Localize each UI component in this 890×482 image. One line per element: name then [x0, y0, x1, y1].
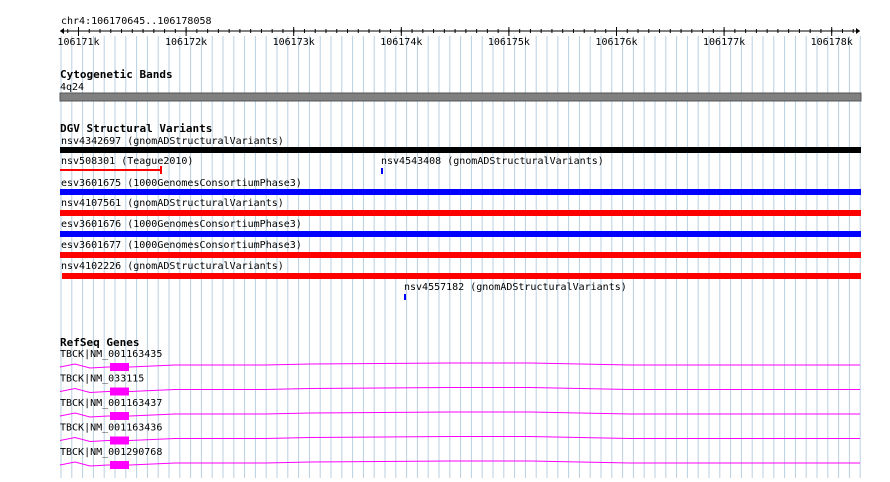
dgv-feature-label: nsv4557182 (gnomADStructuralVariants)	[404, 282, 627, 293]
genome-track-canvas[interactable]: chr4:106170645..106178058 106171k 106172k…	[0, 0, 890, 478]
ruler: chr4:106170645..106178058 106171k 106172k…	[57, 16, 860, 48]
ruler-tick-label: 106174k	[380, 37, 422, 48]
dgv-feature-bar[interactable]	[60, 231, 861, 237]
dgv-track: DGV Structural Variants nsv4342697 (gnom…	[60, 122, 861, 300]
dgv-feature-bar[interactable]	[62, 273, 861, 279]
dgv-track-title: DGV Structural Variants	[60, 122, 212, 135]
genome-browser-view: chr4:106170645..106178058 106171k 106172k…	[0, 0, 890, 478]
transcript-exon[interactable]	[110, 461, 129, 469]
ruler-tick-label: 106171k	[57, 37, 99, 48]
ruler-tick-label: 106178k	[811, 37, 853, 48]
transcript-label: TBCK|NM_001290768	[60, 447, 162, 458]
transcript-label: TBCK|NM_001163437	[60, 398, 162, 409]
dgv-feature-end-marker	[160, 166, 162, 174]
ruler-tick-label: 106177k	[703, 37, 745, 48]
location-label: chr4:106170645..106178058	[61, 16, 212, 27]
ruler-tick-label: 106175k	[488, 37, 530, 48]
dgv-feature-bar[interactable]	[60, 147, 861, 153]
transcript-exon[interactable]	[110, 387, 129, 396]
dgv-feature-label: esv3601675 (1000GenomesConsortiumPhase3)	[61, 178, 302, 189]
dgv-feature-bar[interactable]	[60, 189, 861, 195]
refseq-track-title: RefSeq Genes	[60, 336, 139, 349]
transcript-label: TBCK|NM_001163436	[60, 423, 162, 434]
dgv-feature-bar[interactable]	[60, 210, 861, 216]
dgv-feature-bar[interactable]	[381, 168, 383, 174]
dgv-feature[interactable]: nsv4543408 (gnomADStructuralVariants)	[381, 156, 604, 174]
dgv-feature-bar[interactable]	[404, 294, 406, 300]
dgv-feature-bar[interactable]	[60, 252, 861, 258]
dgv-feature[interactable]: nsv4557182 (gnomADStructuralVariants)	[404, 282, 627, 300]
dgv-feature[interactable]: nsv508301 (Teague2010)	[60, 156, 193, 174]
transcript-exon[interactable]	[110, 412, 129, 420]
cytoband-label: 4q24	[60, 82, 84, 93]
dgv-feature-label: esv3601676 (1000GenomesConsortiumPhase3)	[61, 219, 302, 230]
dgv-feature-label: esv3601677 (1000GenomesConsortiumPhase3)	[61, 240, 302, 251]
cytoband-bar[interactable]	[59, 92, 862, 102]
cytobands-track-title: Cytogenetic Bands	[60, 68, 173, 81]
dgv-feature-label: nsv4342697 (gnomADStructuralVariants)	[61, 136, 284, 147]
transcript-label: TBCK|NM_033115	[60, 374, 144, 385]
transcript-exon[interactable]	[110, 363, 129, 371]
ruler-tick-label: 106172k	[165, 37, 207, 48]
dgv-feature-label: nsv4102226 (gnomADStructuralVariants)	[61, 261, 284, 272]
dgv-feature-label: nsv508301 (Teague2010)	[61, 156, 193, 167]
transcript-exon[interactable]	[110, 436, 129, 445]
ruler-tick-label: 106176k	[595, 37, 637, 48]
ruler-right-arrow-icon[interactable]	[856, 28, 860, 34]
dgv-feature-bar[interactable]	[60, 169, 162, 171]
dgv-feature-label: nsv4107561 (gnomADStructuralVariants)	[61, 198, 284, 209]
transcript-label: TBCK|NM_001163435	[60, 349, 162, 360]
ruler-ticks: 106171k 106172k 106173k 106174k 106175k 10617…	[57, 27, 854, 48]
ruler-tick-label: 106173k	[273, 37, 315, 48]
dgv-feature-label: nsv4543408 (gnomADStructuralVariants)	[381, 156, 604, 167]
ruler-left-arrow-icon[interactable]	[60, 28, 64, 34]
